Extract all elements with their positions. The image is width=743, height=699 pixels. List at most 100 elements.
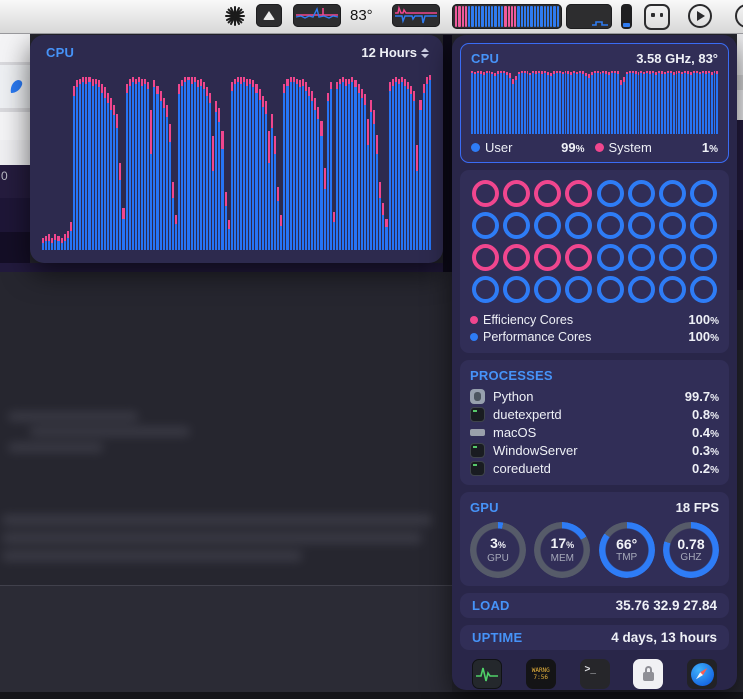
activity-monitor-icon[interactable] — [472, 659, 502, 689]
usage-bar — [476, 70, 479, 134]
usage-bar — [280, 75, 283, 250]
eject-widget-icon[interactable] — [256, 4, 282, 27]
outlet-icon[interactable] — [644, 4, 670, 30]
usage-bar — [295, 75, 298, 250]
cpu-detail-panel: CPU 3.58 GHz, 83° User 99% System 1% Eff… — [452, 35, 737, 690]
usage-bar — [564, 70, 567, 134]
usage-bar — [716, 70, 719, 134]
cpu-cores-widget-icon[interactable] — [452, 4, 562, 29]
usage-bar — [538, 70, 541, 134]
usage-bar — [255, 75, 258, 250]
timer-display-icon[interactable]: WARNG 7:56 — [525, 659, 556, 689]
performance-core-ring — [565, 276, 593, 303]
core-load-bar — [491, 6, 494, 27]
time-range-selector[interactable]: 12 Hours — [361, 45, 429, 60]
cores-card: Efficiency Cores 100% Performance Cores … — [460, 170, 729, 353]
usage-bar — [332, 75, 335, 250]
usage-bar — [326, 75, 329, 250]
lock-app-icon[interactable] — [633, 659, 664, 689]
core-load-bar — [527, 6, 530, 27]
process-row[interactable]: Python 99.7% — [470, 387, 719, 405]
core-load-bar — [550, 6, 553, 27]
core-load-bar — [517, 6, 520, 27]
usage-bar — [482, 70, 485, 134]
usage-bar — [128, 75, 131, 250]
cpu-graph-widget-icon[interactable] — [293, 4, 341, 27]
usage-bar — [511, 70, 514, 134]
starburst-icon[interactable] — [224, 5, 246, 27]
system-legend: System — [594, 140, 652, 155]
usage-bar — [125, 75, 128, 250]
term-process-icon — [470, 406, 485, 422]
usage-bar — [94, 75, 97, 250]
usage-bar — [599, 70, 602, 134]
cpu-legend: User 99% System 1% — [471, 140, 718, 155]
usage-bar — [617, 70, 620, 134]
core-load-bar — [507, 6, 510, 27]
usage-bar — [131, 75, 134, 250]
usage-bar — [106, 75, 110, 250]
process-row[interactable]: macOS 0.4% — [470, 423, 719, 441]
usage-bar — [506, 70, 508, 134]
usage-bar — [351, 75, 354, 250]
background-window-band — [0, 263, 443, 272]
core-load-bar — [540, 6, 543, 27]
process-cpu-value: 0.4% — [692, 424, 719, 440]
usage-bar — [258, 75, 261, 250]
process-row[interactable]: duetexpertd 0.8% — [470, 405, 719, 423]
history-graph-widget-icon[interactable] — [566, 4, 612, 29]
background-window-row — [737, 90, 743, 120]
partial-circle-icon[interactable] — [735, 4, 743, 28]
usage-bar — [360, 75, 363, 250]
usage-bar — [652, 70, 655, 134]
usage-bar — [710, 70, 713, 134]
battery-pill-icon[interactable] — [621, 4, 632, 29]
usage-bar — [320, 75, 323, 250]
usage-bar — [57, 75, 60, 250]
usage-bar — [122, 75, 125, 250]
cpu-usage-card[interactable]: CPU 3.58 GHz, 83° User 99% System 1% — [460, 43, 729, 163]
usage-bar — [147, 75, 150, 250]
usage-bar — [672, 70, 675, 134]
usage-bar — [165, 75, 168, 250]
usage-bar — [283, 75, 286, 250]
usage-bar — [494, 70, 497, 134]
usage-bar — [658, 70, 660, 134]
safari-icon[interactable] — [687, 659, 717, 689]
user-legend: User — [471, 140, 512, 155]
process-row[interactable]: coreduetd 0.2% — [470, 459, 719, 477]
usage-bar — [593, 70, 596, 134]
background-window-row — [737, 75, 743, 90]
gpu-card: GPU 18 FPS 3% GPU 17% MEM 66° TMP 0.78 GHZ — [460, 492, 729, 586]
usage-bar — [221, 75, 224, 250]
cpu-usage-chart — [471, 70, 719, 134]
usage-bar — [156, 75, 159, 250]
usage-bar — [410, 75, 413, 250]
gpu-gauge-mem: 17% MEM — [534, 522, 591, 578]
usage-bar — [113, 75, 116, 250]
process-row[interactable]: WindowServer 0.3% — [470, 441, 719, 459]
usage-bar — [491, 70, 494, 134]
system-dot-icon — [594, 143, 604, 152]
usage-bar — [508, 70, 511, 134]
mac-process-icon — [470, 425, 485, 440]
usage-bar — [666, 70, 669, 134]
terminal-icon[interactable]: >_ — [579, 659, 610, 689]
usage-bar — [205, 75, 209, 250]
usage-bar — [277, 75, 280, 250]
network-graph-widget-icon[interactable] — [392, 4, 440, 27]
performance-core-ring — [596, 180, 624, 207]
background-window-row — [737, 230, 743, 290]
usage-bar — [301, 75, 304, 250]
usage-bar — [631, 70, 634, 134]
usage-bar — [240, 75, 243, 250]
play-icon[interactable] — [688, 4, 712, 28]
usage-bar — [274, 75, 277, 250]
temperature-label[interactable]: 83° — [350, 7, 373, 24]
performance-core-ring — [689, 276, 717, 303]
usage-bar — [397, 75, 400, 250]
background-window-row — [0, 112, 30, 140]
core-load-bar — [543, 6, 546, 27]
efficiency-core-ring — [565, 244, 593, 271]
usage-bar — [622, 70, 625, 134]
